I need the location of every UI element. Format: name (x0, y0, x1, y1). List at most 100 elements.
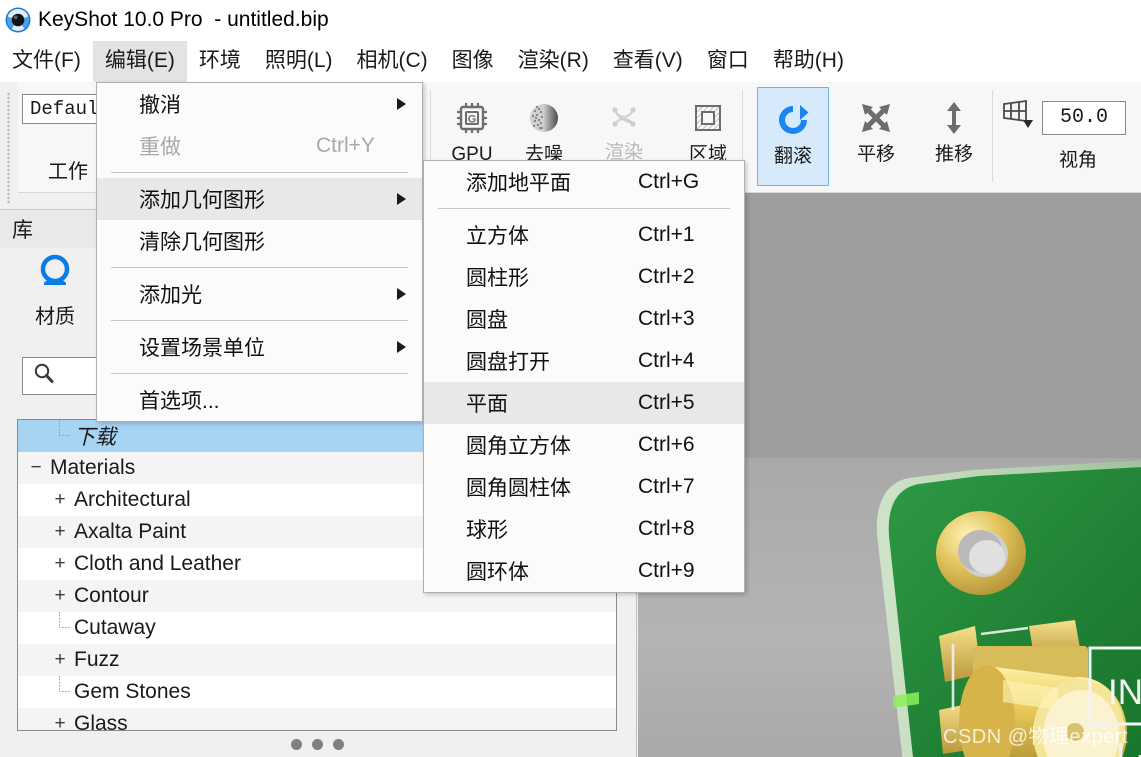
geometry-menu-item-8[interactable]: 球形 Ctrl+8 (424, 508, 744, 550)
toolbar-button-tumble[interactable]: 翻滚 (757, 87, 829, 186)
submenu-arrow-icon (397, 288, 406, 300)
tree-item-label: Gem Stones (74, 680, 191, 703)
pan-arrows-icon (856, 94, 896, 142)
window-title: KeyShot 10.0 Pro - untitled.bip (38, 8, 329, 31)
edit-menu-item-2[interactable]: 添加几何图形 (97, 178, 422, 220)
menu-item-shortcut: Ctrl+8 (638, 517, 695, 540)
svg-text:IN1: IN1 (1108, 673, 1141, 712)
menu-separator (111, 320, 408, 321)
pager-dot[interactable] (290, 738, 302, 750)
library-header: 库 (0, 209, 100, 248)
tree-item[interactable]: + Fuzz (18, 644, 616, 676)
field-of-view-value: 50.0 (1059, 106, 1108, 129)
denoise-sphere-icon (524, 94, 564, 142)
field-of-view-input[interactable]: 50.0 (1042, 100, 1126, 135)
menu-item-label: 首选项... (139, 390, 220, 413)
tree-item-label: Contour (74, 584, 149, 607)
menu-item-shortcut: Ctrl+4 (638, 349, 695, 372)
edit-menu-item-0[interactable]: 撤消 (97, 83, 422, 125)
menu-item-shortcut: Ctrl+2 (638, 265, 695, 288)
menu-item-shortcut: Ctrl+6 (638, 433, 695, 456)
geometry-menu-item-3[interactable]: 圆盘 Ctrl+3 (424, 298, 744, 340)
menubar-item-4[interactable]: 相机(C) (345, 41, 440, 82)
tumble-rotate-icon (772, 96, 814, 144)
expand-plus-icon[interactable]: + (50, 521, 70, 543)
workspace-label: 工作 (48, 161, 88, 183)
edit-menu-item-6[interactable]: 首选项... (97, 379, 422, 421)
menubar-item-1[interactable]: 编辑(E) (92, 40, 187, 82)
geometry-menu-item-5[interactable]: 平面 Ctrl+5 (424, 382, 744, 424)
geometry-menu-item-9[interactable]: 圆环体 Ctrl+9 (424, 550, 744, 592)
geometry-menu-item-7[interactable]: 圆角圆柱体 Ctrl+7 (424, 466, 744, 508)
field-of-view-label: 视角 (1058, 150, 1097, 171)
geometry-menu-item-6[interactable]: 圆角立方体 Ctrl+6 (424, 424, 744, 466)
menu-item-shortcut: Ctrl+9 (638, 559, 695, 582)
tree-item[interactable]: Cutaway (18, 612, 616, 644)
menubar-item-6[interactable]: 渲染(R) (506, 41, 601, 82)
expand-plus-icon[interactable]: + (50, 489, 70, 511)
pager-dot[interactable] (332, 738, 344, 750)
collapse-minus-icon[interactable]: − (26, 457, 46, 479)
gpu-chip-icon: G (452, 94, 492, 142)
menu-item-label: 圆盘 (466, 309, 508, 332)
toolbar-button-pan[interactable]: 平移 (840, 86, 912, 182)
menu-item-label: 添加几何图形 (139, 189, 265, 212)
menu-item-shortcut: Ctrl+Y (316, 134, 375, 157)
menu-separator (111, 267, 408, 268)
menubar-item-9[interactable]: 帮助(H) (761, 41, 856, 82)
geometry-menu-item-0[interactable]: 添加地平面 Ctrl+G (424, 161, 744, 203)
search-input[interactable] (22, 357, 100, 395)
tree-item-label: Architectural (74, 488, 191, 511)
menubar-item-2[interactable]: 环境 (187, 41, 253, 82)
tree-item[interactable]: Gem Stones (18, 676, 616, 708)
edit-menu-item-4[interactable]: 添加光 (97, 273, 422, 315)
keyshot-window: KeyShot 10.0 Pro - untitled.bip 文件(F) 编辑(… (0, 0, 1141, 757)
library-tab-materials[interactable]: 材质 (14, 252, 96, 328)
submenu-arrow-icon (397, 98, 406, 110)
tree-dot-leader-icon (50, 420, 70, 452)
menu-item-shortcut: Ctrl+7 (638, 475, 695, 498)
search-icon (31, 361, 57, 392)
toolbar-button-dolly[interactable]: 推移 (918, 86, 990, 182)
menu-item-label: 立方体 (466, 225, 529, 248)
expand-plus-icon[interactable]: + (50, 713, 70, 730)
library-title: 库 (12, 219, 33, 242)
dolly-arrow-icon (934, 94, 974, 142)
keyshot-aperture-icon (5, 7, 31, 33)
menubar-item-7[interactable]: 查看(V) (601, 41, 695, 82)
tree-item-label: Cutaway (74, 616, 156, 639)
pcb-model: IN1 R1 1 C2 R3 (853, 448, 1141, 757)
edit-menu-item-1[interactable]: 重做 Ctrl+Y (97, 125, 422, 167)
tree-item[interactable]: + Glass (18, 708, 616, 730)
menu-item-label: 圆盘打开 (466, 351, 550, 374)
edit-dropdown-menu[interactable]: 撤消 重做 Ctrl+Y 添加几何图形清除几何图形 添加光设置场景单位首选项... (96, 82, 423, 422)
geometry-menu-item-1[interactable]: 立方体 Ctrl+1 (424, 214, 744, 256)
add-geometry-submenu[interactable]: 添加地平面 Ctrl+G 立方体 Ctrl+1 圆柱形 Ctrl+2 圆盘 Ctrl+3 圆盘打… (423, 160, 745, 593)
menu-item-shortcut: Ctrl+3 (638, 307, 695, 330)
menubar-item-8[interactable]: 窗口 (695, 41, 761, 82)
menubar-item-3[interactable]: 照明(L) (253, 41, 345, 82)
pager-dot[interactable] (311, 738, 323, 750)
expand-plus-icon[interactable]: + (50, 585, 70, 607)
material-ball-icon (35, 252, 75, 299)
expand-plus-icon[interactable]: + (50, 553, 70, 575)
svg-text:R1: R1 (1136, 748, 1141, 757)
geometry-menu-item-2[interactable]: 圆柱形 Ctrl+2 (424, 256, 744, 298)
tree-item-label: Fuzz (74, 648, 120, 671)
menu-item-label: 圆柱形 (466, 267, 529, 290)
geometry-menu-item-4[interactable]: 圆盘打开 Ctrl+4 (424, 340, 744, 382)
library-pager-dots[interactable] (17, 733, 617, 755)
edit-menu-item-3[interactable]: 清除几何图形 (97, 220, 422, 262)
menubar-item-5[interactable]: 图像 (440, 41, 506, 82)
viewport-watermark: CSDN @物理expert (943, 726, 1129, 748)
menu-item-shortcut: Ctrl+5 (638, 391, 695, 414)
edit-menu-item-5[interactable]: 设置场景单位 (97, 326, 422, 368)
menubar-item-0[interactable]: 文件(F) (0, 41, 93, 82)
menu-item-shortcut: Ctrl+1 (638, 223, 695, 246)
expand-plus-icon[interactable]: + (50, 649, 70, 671)
tree-item-label: Cloth and Leather (74, 552, 241, 575)
menu-bar: 文件(F) 编辑(E) 环境 照明(L) 相机(C) 图像 渲染(R) 查看(V) 窗口 帮助(H… (0, 40, 1141, 83)
perspective-grid-icon[interactable] (1000, 98, 1036, 137)
panel-drag-handle[interactable] (7, 92, 10, 204)
menu-item-label: 球形 (466, 519, 508, 542)
